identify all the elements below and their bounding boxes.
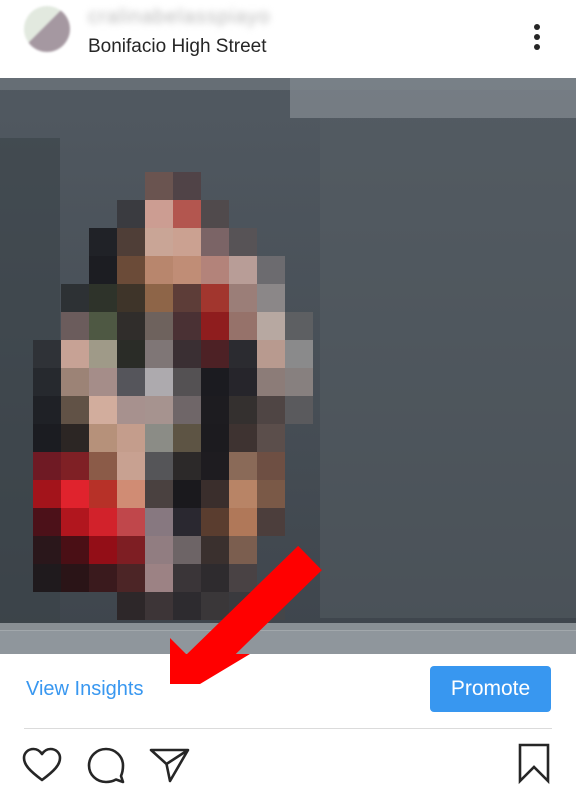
comment-button[interactable]: [84, 743, 128, 787]
more-options-button[interactable]: [520, 20, 554, 54]
more-vertical-icon: [534, 24, 540, 50]
share-button[interactable]: [148, 743, 192, 787]
post-header: cralinabelasspiayo Bonifacio High Street: [0, 0, 576, 78]
avatar[interactable]: [24, 6, 70, 52]
like-button[interactable]: [20, 743, 64, 787]
heart-icon: [22, 747, 62, 782]
post-action-bar: [0, 729, 576, 800]
username[interactable]: cralinabelasspiayo: [88, 4, 271, 30]
save-button[interactable]: [512, 741, 556, 785]
view-insights-link[interactable]: View Insights: [26, 678, 143, 701]
paper-plane-icon: [149, 748, 190, 783]
comment-icon: [87, 747, 125, 784]
pixelated-photo: [0, 78, 576, 654]
location-label[interactable]: Bonifacio High Street: [88, 36, 267, 58]
post-photo[interactable]: [0, 78, 576, 654]
promote-button[interactable]: Promote: [430, 666, 551, 712]
bookmark-icon: [518, 743, 550, 785]
insights-row: View Insights Promote: [0, 654, 576, 728]
